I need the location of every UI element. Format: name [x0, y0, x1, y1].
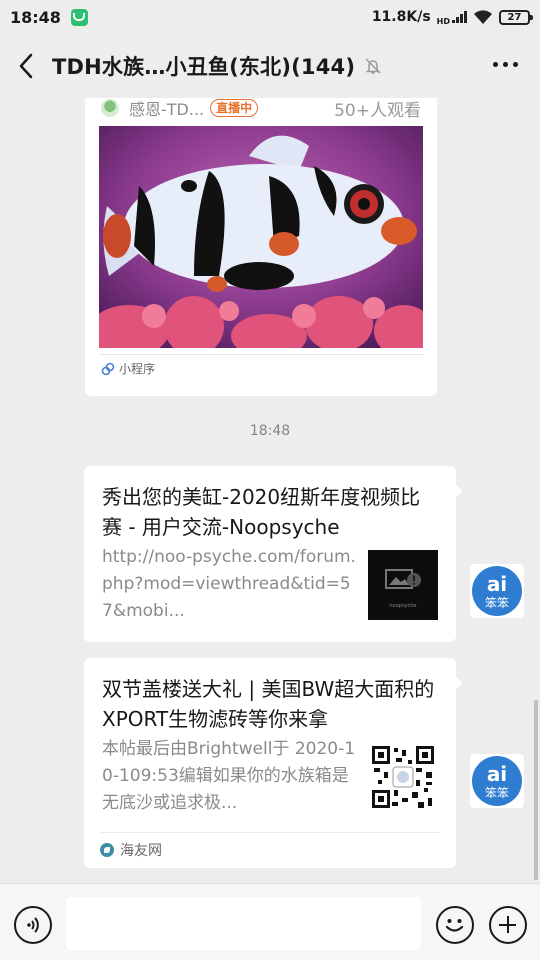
svg-text:ai: ai [487, 572, 507, 596]
hd-indicator: HD [436, 16, 450, 26]
input-bar [0, 883, 540, 960]
link-card-description: 本帖最后由Brightwell于 2020-10-109:53编辑如果你的水族箱… [102, 739, 356, 813]
clownfish-image[interactable] [99, 126, 423, 348]
message-input[interactable] [66, 897, 421, 950]
more-options-icon[interactable] [493, 62, 518, 67]
link-card-title: 秀出您的美缸-2020纽斯年度视频比赛 - 用户交流-Noopsyche [102, 485, 421, 539]
avatar[interactable]: ai 笨笨 [470, 564, 524, 618]
status-indicators: 11.8K/s HD 27 [371, 9, 533, 26]
emoji-button[interactable] [436, 906, 474, 944]
avatar-label: 笨笨 [485, 785, 509, 800]
wifi-icon [474, 9, 492, 24]
link-card-description: http://noo-psyche.com/forum.php?mod=view… [102, 547, 356, 621]
battery-icon: 27 [499, 9, 533, 25]
link-source-name: 海友网 [120, 843, 162, 859]
mini-program-card[interactable]: 感恩-TD... 直播中 50+人观看 小程序 [85, 98, 437, 396]
mini-program-logo [101, 99, 119, 117]
link-card[interactable]: 双节盖楼送大礼 | 美国BW超大面积的XPORT生物滤砖等你来拿 本帖最后由Br… [84, 658, 463, 868]
link-card-title: 双节盖楼送大礼 | 美国BW超大面积的XPORT生物滤砖等你来拿 [102, 677, 435, 731]
network-speed: 11.8K/s [371, 9, 431, 25]
card-divider [100, 832, 440, 833]
more-actions-plus-button[interactable] [489, 906, 527, 944]
viewer-count: 50+人观看 [334, 100, 421, 121]
mini-program-header: 感恩-TD... 直播中 50+人观看 [101, 98, 421, 121]
mini-program-source: 感恩-TD... [129, 100, 205, 119]
mini-program-footer: 小程序 [101, 360, 155, 377]
source-logo-icon [100, 843, 114, 857]
back-icon[interactable] [0, 34, 52, 98]
status-bar: 18:48 11.8K/s HD 27 [0, 0, 540, 34]
thumbnail-caption: noopsyche [389, 603, 416, 609]
mini-program-icon [101, 362, 115, 375]
qr-code-thumbnail [368, 742, 438, 812]
link-source: 海友网 [100, 840, 162, 860]
chat-title: TDH水族…小丑鱼(东北)(144) [52, 55, 356, 79]
link-card-thumbnail: noopsyche [368, 550, 438, 620]
avatar[interactable]: ai 笨笨 [470, 754, 524, 808]
mini-program-divider [99, 354, 423, 355]
status-time: 18:48 [10, 7, 61, 27]
svg-text:ai: ai [487, 762, 507, 786]
link-card[interactable]: 秀出您的美缸-2020纽斯年度视频比赛 - 用户交流-Noopsyche htt… [84, 466, 463, 642]
signal-icon [452, 11, 467, 23]
voice-input-button[interactable] [14, 906, 52, 944]
live-badge: 直播中 [210, 99, 259, 117]
mute-bell-icon [363, 56, 383, 76]
chat-header: TDH水族…小丑鱼(东北)(144) [0, 34, 540, 98]
smiley-icon [445, 919, 464, 932]
avatar-label: 笨笨 [485, 595, 509, 610]
voice-icon [27, 917, 39, 933]
message-list[interactable]: 感恩-TD... 直播中 50+人观看 小程序 18:48 秀出您的美缸-202… [0, 98, 540, 883]
message-timestamp: 18:48 [249, 423, 291, 439]
scrollbar[interactable] [534, 700, 538, 880]
mini-program-label: 小程序 [119, 362, 156, 376]
notification-app-icon [70, 8, 88, 26]
